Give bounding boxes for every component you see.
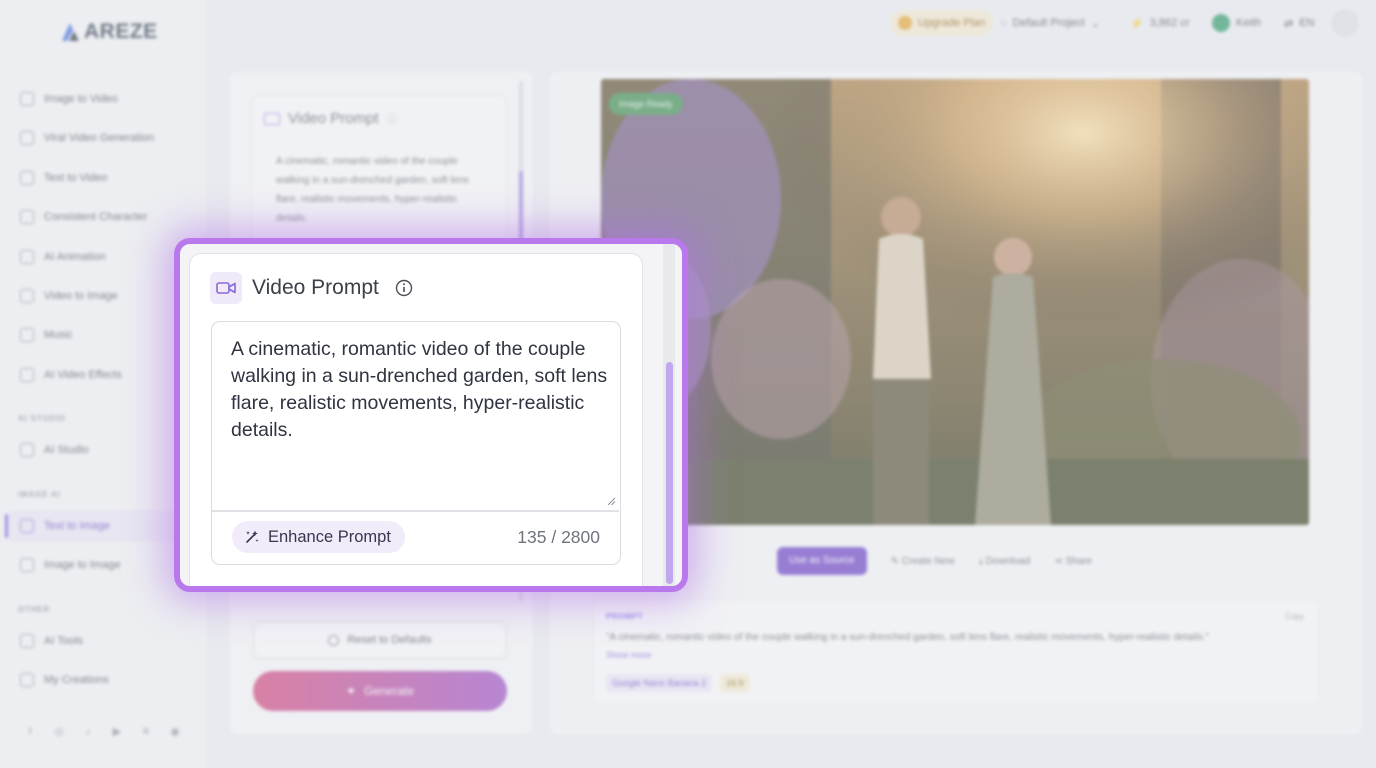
- video-prompt-textarea[interactable]: A cinematic, romantic video of the coupl…: [211, 321, 621, 565]
- video-prompt-header: Video Prompt: [210, 272, 419, 304]
- video-prompt-card-zoomed: Video Prompt A cinematic, romantic video…: [189, 253, 643, 586]
- character-counter: 135 / 2800: [517, 527, 600, 547]
- info-icon[interactable]: [389, 273, 419, 303]
- textarea-divider: [212, 510, 619, 512]
- sparkle-wand-icon: [246, 530, 259, 543]
- video-camera-icon: [210, 272, 242, 304]
- video-prompt-title: Video Prompt: [252, 276, 379, 299]
- video-prompt-text[interactable]: A cinematic, romantic video of the coupl…: [231, 336, 611, 444]
- settings-scrollbar-zoomed[interactable]: [663, 244, 675, 586]
- enhance-prompt-label: Enhance Prompt: [268, 527, 391, 546]
- scrollbar-thumb[interactable]: [666, 362, 673, 584]
- enhance-prompt-button[interactable]: Enhance Prompt: [232, 521, 405, 553]
- resize-handle-icon[interactable]: [606, 496, 616, 506]
- zoomed-prompt-callout: Video Prompt A cinematic, romantic video…: [174, 238, 688, 592]
